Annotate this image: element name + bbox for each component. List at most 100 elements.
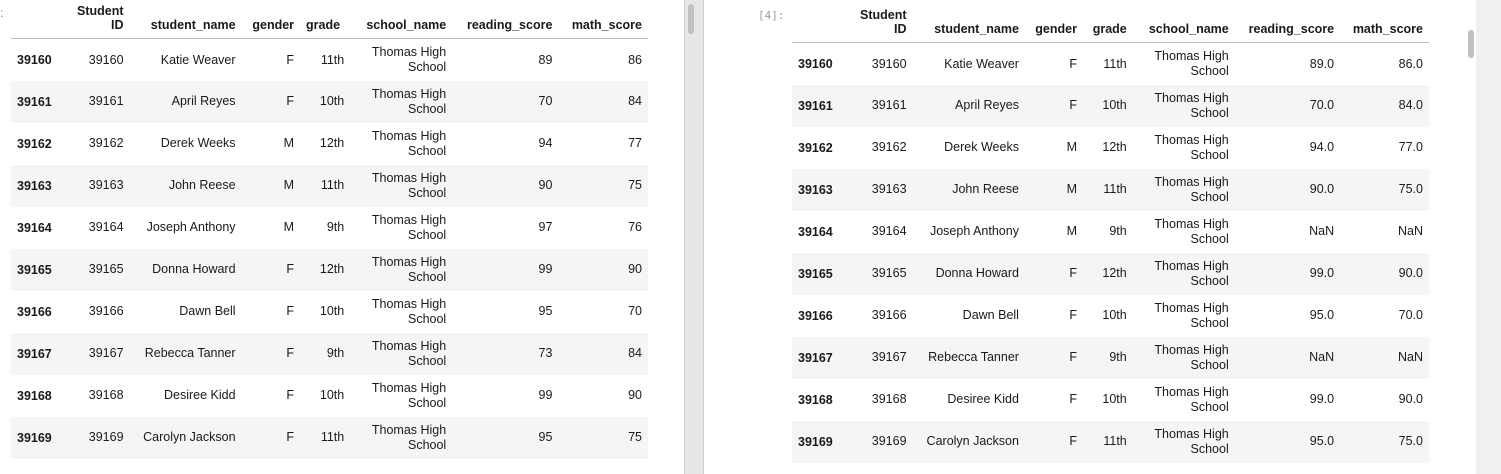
cell-grade: 12th	[319, 136, 345, 151]
table-row: 39163 39163 John Reese M 11th Thomas Hig…	[792, 168, 1429, 211]
row-index: 39162	[17, 136, 52, 151]
cell-student-id: 39169	[88, 430, 124, 445]
column-header-student-id: Student ID	[854, 8, 913, 43]
row-index: 39167	[17, 346, 52, 361]
cell-math-score: 86	[628, 52, 642, 67]
cell-math-score: 84.0	[1398, 98, 1423, 113]
cell-gender: F	[1069, 98, 1077, 113]
cell-gender: F	[1069, 350, 1077, 365]
cell-gender: F	[286, 304, 295, 319]
cell-school-name: Thomas High School	[371, 87, 447, 116]
cell-edge-marker: :	[0, 6, 4, 20]
row-index: 39167	[798, 350, 833, 365]
cell-reading-score: 94	[538, 136, 553, 151]
row-index: 39164	[798, 224, 833, 239]
cell-school-name: Thomas High School	[1154, 91, 1229, 120]
cell-student-name: Rebecca Tanner	[928, 350, 1019, 365]
cell-student-name: Donna Howard	[935, 266, 1019, 281]
column-header-reading-score: reading_score	[452, 4, 559, 39]
row-index: 39169	[17, 430, 52, 445]
cell-student-id: 39166	[88, 304, 124, 319]
cell-grade: 10th	[319, 388, 345, 403]
cell-student-name: John Reese	[168, 178, 236, 193]
cell-grade: 10th	[319, 94, 345, 109]
cell-grade: 9th	[1109, 350, 1127, 365]
cell-student-id: 39160	[88, 52, 124, 67]
column-header-school-name: school_name	[1132, 8, 1235, 43]
cell-student-id: 39161	[871, 98, 907, 113]
table-row: 39165 39165 Donna Howard F 12th Thomas H…	[792, 252, 1429, 295]
cell-student-name: Katie Weaver	[160, 52, 236, 67]
cell-math-score: 90.0	[1398, 266, 1423, 281]
cell-math-score: 84	[628, 346, 642, 361]
cell-grade: 9th	[326, 220, 345, 235]
cell-math-score: 77	[628, 136, 642, 151]
cell-reading-score: 99.0	[1309, 266, 1335, 281]
cell-gender: F	[286, 388, 295, 403]
cell-grade: 11th	[1103, 434, 1127, 449]
cell-school-name: Thomas High School	[1154, 133, 1229, 162]
cell-student-name: Katie Weaver	[944, 56, 1019, 71]
cell-student-id: 39168	[871, 392, 907, 407]
cell-reading-score: 95.0	[1309, 434, 1335, 449]
row-index: 39161	[798, 98, 833, 113]
cell-grade: 9th	[326, 346, 345, 361]
cell-student-id: 39164	[871, 224, 907, 239]
cell-school-name: Thomas High School	[1154, 259, 1229, 288]
cell-student-id: 39162	[871, 140, 907, 155]
left-scrollbar-thumb[interactable]	[688, 4, 694, 34]
cell-reading-score: 99	[538, 388, 553, 403]
header-row: Student ID student_name gender grade sch…	[792, 8, 1429, 43]
cell-school-name: Thomas High School	[1154, 343, 1229, 372]
cell-school-name: Thomas High School	[1154, 49, 1229, 78]
table-row: 39162 39162 Derek Weeks M 12th Thomas Hi…	[792, 126, 1429, 169]
cell-reading-score: 73	[538, 346, 553, 361]
cell-student-name: Carolyn Jackson	[926, 434, 1019, 449]
table-body: 39160 39160 Katie Weaver F 11th Thomas H…	[11, 38, 648, 459]
column-header-gender: gender	[241, 4, 301, 39]
row-index: 39160	[17, 52, 52, 67]
cell-student-name: Desiree Kidd	[163, 388, 236, 403]
column-header-reading-score: reading_score	[1234, 8, 1341, 43]
cell-reading-score: 89.0	[1309, 56, 1335, 71]
cell-student-id: 39165	[88, 262, 124, 277]
cell-reading-score: NaN	[1309, 350, 1335, 365]
cell-student-name: Joseph Anthony	[929, 224, 1019, 239]
cell-reading-score: 90	[538, 178, 553, 193]
cell-gender: M	[1066, 140, 1077, 155]
pane-divider[interactable]	[684, 0, 704, 474]
cell-math-score: 70	[628, 304, 642, 319]
table-row: 39166 39166 Dawn Bell F 10th Thomas High…	[11, 290, 648, 333]
table-row: 39163 39163 John Reese M 11th Thomas Hig…	[11, 164, 648, 207]
table-header: Student ID student_name gender grade sch…	[792, 8, 1429, 43]
cell-school-name: Thomas High School	[371, 297, 447, 326]
row-index: 39164	[17, 220, 52, 235]
table-row: 39161 39161 April Reyes F 10th Thomas Hi…	[792, 84, 1429, 127]
table-row: 39167 39167 Rebecca Tanner F 9th Thomas …	[11, 332, 648, 375]
cell-reading-score: 90.0	[1309, 182, 1335, 197]
table-row: 39169 39169 Carolyn Jackson F 11th Thoma…	[792, 420, 1429, 463]
row-index: 39169	[798, 434, 833, 449]
cell-gender: F	[1069, 434, 1077, 449]
cell-student-id: 39165	[871, 266, 907, 281]
cell-student-name: Dawn Bell	[962, 308, 1019, 323]
row-index: 39166	[17, 304, 52, 319]
cell-grade: 11th	[1103, 56, 1127, 71]
table-row: 39164 39164 Joseph Anthony M 9th Thomas …	[792, 210, 1429, 253]
cell-grade: 9th	[1109, 224, 1127, 239]
cell-reading-score: 70	[538, 94, 553, 109]
cell-gender: F	[286, 346, 295, 361]
cell-student-id: 39168	[88, 388, 124, 403]
cell-student-id: 39160	[871, 56, 907, 71]
cell-school-name: Thomas High School	[371, 213, 447, 242]
table-row: 39162 39162 Derek Weeks M 12th Thomas Hi…	[11, 122, 648, 165]
row-index: 39162	[798, 140, 833, 155]
cell-student-id: 39162	[88, 136, 124, 151]
cell-grade: 11th	[1103, 182, 1127, 197]
cell-grade: 10th	[1102, 308, 1127, 323]
cell-reading-score: 99.0	[1309, 392, 1335, 407]
right-scrollbar-thumb[interactable]	[1468, 30, 1474, 58]
right-dataframe-table: Student ID student_name gender grade sch…	[792, 8, 1429, 463]
cell-gender: M	[283, 220, 295, 235]
row-index: 39161	[17, 94, 52, 109]
